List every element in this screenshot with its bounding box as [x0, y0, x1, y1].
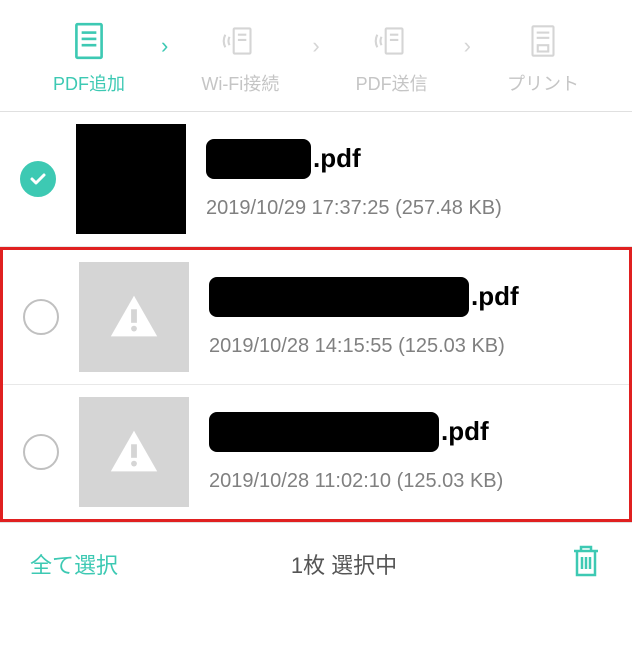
- step-header: PDF追加 › Wi-Fi接続 › PDF送信 ›: [0, 0, 632, 112]
- file-thumbnail-warning: [79, 397, 189, 507]
- step-wifi[interactable]: Wi-Fi接続: [171, 20, 309, 96]
- file-thumbnail: [76, 124, 186, 234]
- file-row[interactable]: .pdf 2019/10/28 14:15:55 (125.03 KB): [3, 250, 629, 385]
- chevron-right-icon: ›: [464, 33, 471, 84]
- printer-icon: [522, 20, 564, 62]
- file-info: .pdf 2019/10/28 14:15:55 (125.03 KB): [209, 277, 614, 358]
- file-info: .pdf 2019/10/28 11:02:10 (125.03 KB): [209, 412, 614, 493]
- step-pdf-send[interactable]: PDF送信: [323, 20, 461, 96]
- file-meta: 2019/10/29 17:37:25 (257.48 KB): [206, 197, 617, 220]
- file-extension: .pdf: [471, 281, 519, 312]
- redacted-filename: [209, 277, 469, 317]
- file-meta: 2019/10/28 14:15:55 (125.03 KB): [209, 335, 614, 358]
- select-all-button[interactable]: 全て選択: [30, 548, 118, 580]
- footer-toolbar: 全て選択 1枚 選択中: [0, 522, 632, 604]
- selection-status: 1枚 選択中: [291, 548, 397, 580]
- document-icon: [68, 20, 110, 62]
- step-label: PDF送信: [356, 70, 428, 96]
- file-row[interactable]: .pdf 2019/10/29 17:37:25 (257.48 KB): [0, 112, 632, 247]
- checkbox[interactable]: [23, 434, 59, 470]
- file-name: .pdf: [209, 412, 614, 452]
- trash-icon: [570, 543, 602, 579]
- file-list: .pdf 2019/10/29 17:37:25 (257.48 KB) .pd…: [0, 112, 632, 522]
- redacted-filename: [209, 412, 439, 452]
- file-extension: .pdf: [441, 416, 489, 447]
- warning-icon: [105, 288, 163, 346]
- checkbox-selected[interactable]: [20, 161, 56, 197]
- step-label: Wi-Fi接続: [201, 70, 279, 96]
- file-name: .pdf: [206, 139, 617, 179]
- redacted-filename: [206, 139, 311, 179]
- file-info: .pdf 2019/10/29 17:37:25 (257.48 KB): [206, 139, 617, 220]
- file-thumbnail-warning: [79, 262, 189, 372]
- step-pdf-add[interactable]: PDF追加: [20, 20, 158, 96]
- step-label: PDF追加: [53, 70, 125, 96]
- wifi-device-icon: [219, 20, 261, 62]
- checkbox[interactable]: [23, 299, 59, 335]
- file-row[interactable]: .pdf 2019/10/28 11:02:10 (125.03 KB): [3, 385, 629, 519]
- file-extension: .pdf: [313, 143, 361, 174]
- warning-icon: [105, 423, 163, 481]
- chevron-right-icon: ›: [312, 33, 319, 84]
- trash-button[interactable]: [570, 543, 602, 584]
- step-print[interactable]: プリント: [474, 20, 612, 96]
- send-device-icon: [371, 20, 413, 62]
- step-label: プリント: [507, 70, 579, 96]
- file-name: .pdf: [209, 277, 614, 317]
- chevron-right-icon: ›: [161, 33, 168, 84]
- highlight-group: .pdf 2019/10/28 14:15:55 (125.03 KB) .pd…: [0, 247, 632, 522]
- file-meta: 2019/10/28 11:02:10 (125.03 KB): [209, 470, 614, 493]
